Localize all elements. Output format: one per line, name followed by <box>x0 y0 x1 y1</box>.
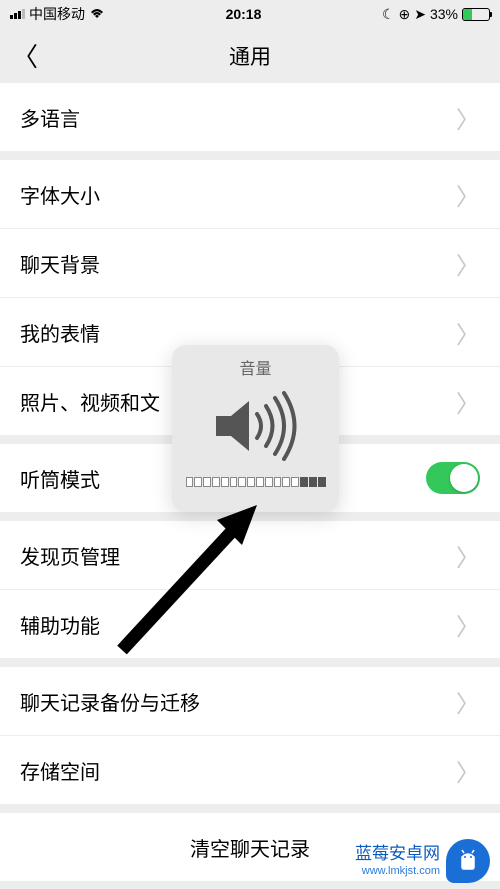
volume-level-bar <box>186 477 326 487</box>
chevron-right-icon: 〉 <box>456 753 480 788</box>
row-label: 我的表情 <box>20 318 100 347</box>
status-left: 中国移动 <box>10 4 105 24</box>
watermark: 蓝莓安卓网 www.lmkjst.com <box>355 839 490 883</box>
row-language[interactable]: 多语言 〉 <box>0 83 500 151</box>
android-logo-icon <box>446 839 490 883</box>
lock-rotation-icon: ⊕ <box>399 6 411 23</box>
page-title: 通用 <box>229 41 271 71</box>
chevron-right-icon: 〉 <box>456 538 480 573</box>
speaker-icon <box>211 391 301 461</box>
volume-title: 音量 <box>239 355 271 379</box>
carrier-label: 中国移动 <box>29 4 85 24</box>
chevron-right-icon: 〉 <box>456 607 480 642</box>
row-label: 聊天背景 <box>20 249 100 278</box>
battery-pct: 33% <box>430 6 458 22</box>
row-chat-backup[interactable]: 聊天记录备份与迁移 〉 <box>0 667 500 735</box>
volume-hud: 音量 <box>172 345 339 512</box>
status-bar: 中国移动 20:18 ☾ ⊕ ➤ 33% <box>0 0 500 28</box>
row-label: 字体大小 <box>20 180 100 209</box>
row-label: 照片、视频和文 <box>20 387 160 416</box>
receiver-mode-toggle[interactable] <box>426 462 480 494</box>
back-button[interactable]: 〈 <box>12 37 38 74</box>
row-storage[interactable]: 存储空间 〉 <box>0 736 500 804</box>
row-label: 辅助功能 <box>20 610 100 639</box>
row-font-size[interactable]: 字体大小 〉 <box>0 160 500 228</box>
arrow-annotation-icon <box>102 500 272 660</box>
status-time: 20:18 <box>226 6 262 22</box>
location-icon: ➤ <box>414 6 426 23</box>
chevron-right-icon: 〉 <box>456 100 480 135</box>
wifi-icon <box>89 8 105 20</box>
watermark-name: 蓝莓安卓网 <box>355 844 440 864</box>
chevron-right-icon: 〉 <box>456 315 480 350</box>
row-chat-background[interactable]: 聊天背景 〉 <box>0 229 500 297</box>
moon-icon: ☾ <box>382 6 395 23</box>
chevron-right-icon: 〉 <box>456 246 480 281</box>
signal-icon <box>10 9 25 19</box>
chevron-right-icon: 〉 <box>456 384 480 419</box>
nav-bar: 〈 通用 <box>0 28 500 83</box>
row-label: 清空聊天记录 <box>190 833 310 862</box>
battery-icon <box>462 8 490 21</box>
status-right: ☾ ⊕ ➤ 33% <box>382 6 490 23</box>
chevron-right-icon: 〉 <box>456 684 480 719</box>
row-label: 听筒模式 <box>20 464 100 493</box>
row-label: 聊天记录备份与迁移 <box>20 687 200 716</box>
row-label: 多语言 <box>20 103 80 132</box>
watermark-url: www.lmkjst.com <box>355 865 440 878</box>
chevron-right-icon: 〉 <box>456 177 480 212</box>
row-label: 存储空间 <box>20 756 100 785</box>
